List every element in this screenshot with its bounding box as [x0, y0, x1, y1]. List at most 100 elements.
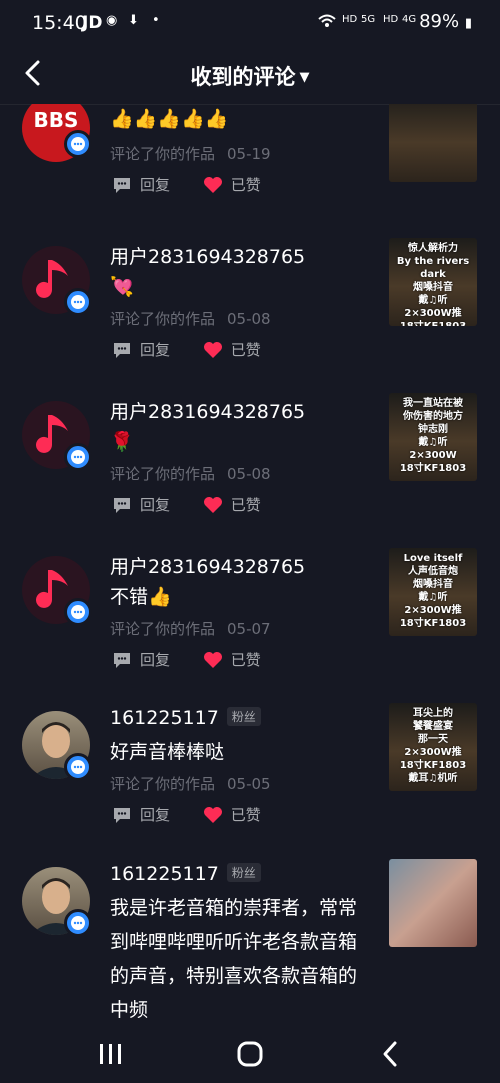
status-app-name: JD [82, 13, 103, 33]
network-hd-label-2: HD [383, 14, 399, 25]
like-button[interactable]: 已赞 [203, 649, 261, 670]
title-bar: 收到的评论 ▼ [0, 50, 500, 105]
status-time: 15:40 [32, 12, 87, 34]
dropdown-caret-icon: ▼ [299, 70, 310, 85]
bbs-logo: BBS [33, 108, 79, 132]
like-button[interactable]: 已赞 [203, 804, 261, 825]
reply-label: 回复 [140, 176, 171, 194]
username[interactable]: 161225117 粉丝 [110, 863, 261, 885]
comment-text: 好声音棒棒哒 [110, 741, 225, 763]
comment-actions: 回复 已赞 [112, 174, 289, 195]
reply-icon [114, 653, 130, 668]
comment-text: 💘 [110, 276, 134, 298]
comment-badge-icon [64, 598, 92, 626]
reply-button[interactable]: 回复 [112, 174, 170, 195]
comment-meta-text: 评论了你的作品 [110, 310, 216, 328]
liked-label: 已赞 [230, 341, 261, 359]
reply-label: 回复 [140, 341, 171, 359]
comment-date: 05-19 [227, 145, 271, 163]
comment-badge-icon [64, 288, 92, 316]
video-thumbnail[interactable]: 耳尖上的 饕餮盛宴 那一天 2×300W推 18寸KF1803 戴耳♫机听 [389, 703, 477, 791]
heart-icon [203, 807, 222, 823]
comment-meta-text: 评论了你的作品 [110, 620, 216, 638]
comment-actions: 回复 已赞 [112, 804, 289, 825]
heart-icon [203, 497, 222, 513]
recent-apps-icon[interactable] [90, 1040, 130, 1068]
username[interactable]: 用户2831694328765 [110, 552, 305, 579]
comment-date: 05-08 [227, 465, 271, 483]
page-title-text: 收到的评论 [190, 65, 296, 89]
fan-badge: 粉丝 [226, 863, 261, 882]
battery-icon: ▮ [464, 16, 472, 31]
video-thumbnail[interactable]: 我一直站在被 你伤害的地方 钟志刚 戴♫听 2×300W 18寸KF1803 [389, 393, 477, 481]
wifi-icon [318, 14, 336, 31]
comment-meta-text: 评论了你的作品 [110, 465, 216, 483]
liked-label: 已赞 [230, 176, 261, 194]
like-button[interactable]: 已赞 [203, 339, 261, 360]
username[interactable]: 用户2831694328765 [110, 397, 305, 424]
reply-button[interactable]: 回复 [112, 494, 170, 515]
reply-icon [114, 498, 130, 513]
comment-actions: 回复 已赞 [112, 649, 289, 670]
comment-text: 🌹 [110, 431, 134, 453]
system-nav-bar [0, 1024, 500, 1083]
comment-badge-icon [64, 909, 92, 937]
video-thumbnail[interactable] [389, 859, 477, 947]
comment-meta: 评论了你的作品 05-08 [110, 463, 271, 484]
comment-meta: 评论了你的作品 05-07 [110, 618, 271, 639]
idm-icon: ◉ [106, 13, 118, 28]
heart-icon [203, 342, 222, 358]
network-hd-label: HD [342, 14, 358, 25]
thumbnail-caption: 耳尖上的 饕餮盛宴 那一天 2×300W推 18寸KF1803 戴耳♫机听 [399, 708, 467, 784]
thumbnail-caption: Love itself 人声低音炮 烟嗓抖音 戴♫听 2×300W推 18寸KF… [399, 553, 467, 629]
comment-badge-icon [64, 753, 92, 781]
liked-label: 已赞 [230, 806, 261, 824]
nav-back-icon[interactable] [370, 1040, 410, 1068]
comment-date: 05-05 [227, 775, 271, 793]
heart-icon [203, 652, 222, 668]
status-bar: 15:40 JD ◉ ⬇ • HD 5G HD 4G 89% ▮ [0, 0, 500, 48]
comment-list: BBS 👍👍👍👍👍 评论了你的作品 05-19 回复 已赞 用户283169432… [0, 104, 500, 1024]
comment-meta-text: 评论了你的作品 [110, 145, 216, 163]
comment-actions: 回复 已赞 [112, 494, 289, 515]
username[interactable]: 161225117 粉丝 [110, 707, 261, 729]
page-title[interactable]: 收到的评论 ▼ [0, 61, 500, 91]
reply-icon [114, 808, 130, 823]
liked-label: 已赞 [230, 496, 261, 514]
comment-meta: 评论了你的作品 05-08 [110, 308, 271, 329]
video-thumbnail[interactable]: 惊人解析力 By the rivers dark 烟嗓抖音 戴♫听 2×300W… [389, 238, 477, 326]
comment-meta-text: 评论了你的作品 [110, 775, 216, 793]
username-text: 161225117 [110, 863, 219, 885]
download-icon: ⬇ [128, 13, 139, 28]
thumbnail-caption: 惊人解析力 By the rivers dark 烟嗓抖音 戴♫听 2×300W… [396, 243, 470, 326]
comment-badge-icon [64, 130, 92, 158]
heart-icon [203, 177, 222, 193]
like-button[interactable]: 已赞 [203, 174, 261, 195]
comment-meta: 评论了你的作品 05-05 [110, 773, 271, 794]
comment-date: 05-07 [227, 620, 271, 638]
network-4g-label: 4G [402, 14, 417, 25]
reply-button[interactable]: 回复 [112, 339, 170, 360]
fan-badge: 粉丝 [226, 707, 261, 726]
battery-level: 89% ▮ [419, 11, 472, 32]
network-5g-label: 5G [361, 14, 376, 25]
comment-text: 我是许老音箱的崇拜者，常常到哔哩哔哩听听许老各款音箱的声音，特别喜欢各款音箱的中… [110, 897, 358, 1021]
reply-icon [114, 343, 130, 358]
video-thumbnail[interactable] [389, 104, 477, 182]
video-thumbnail[interactable]: Love itself 人声低音炮 烟嗓抖音 戴♫听 2×300W推 18寸KF… [389, 548, 477, 636]
reply-button[interactable]: 回复 [112, 804, 170, 825]
username[interactable]: 用户2831694328765 [110, 242, 305, 269]
reply-label: 回复 [140, 806, 171, 824]
like-button[interactable]: 已赞 [203, 494, 261, 515]
reply-label: 回复 [140, 651, 171, 669]
home-icon[interactable] [230, 1040, 270, 1068]
reply-label: 回复 [140, 496, 171, 514]
comment-text: 不错👍 [110, 586, 172, 608]
thumbnail-caption: 我一直站在被 你伤害的地方 钟志刚 戴♫听 2×300W 18寸KF1803 [399, 398, 467, 474]
reply-button[interactable]: 回复 [112, 649, 170, 670]
username-text: 161225117 [110, 707, 219, 729]
battery-percent: 89% [419, 11, 460, 32]
comment-text: 👍👍👍👍👍 [110, 108, 229, 130]
comment-actions: 回复 已赞 [112, 339, 289, 360]
comment-badge-icon [64, 443, 92, 471]
